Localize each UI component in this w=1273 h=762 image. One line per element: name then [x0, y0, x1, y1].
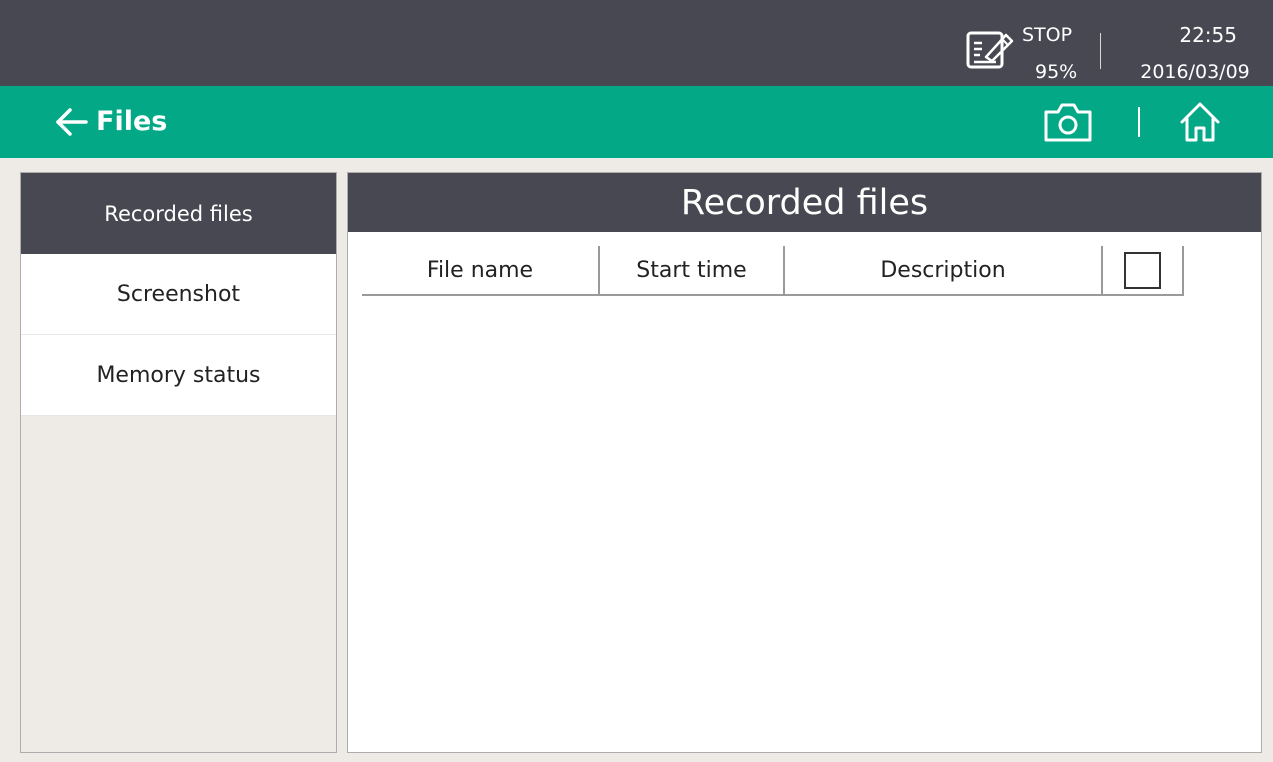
- column-header-select: [1103, 246, 1184, 294]
- back-button[interactable]: Files: [52, 102, 167, 142]
- column-header-start-time[interactable]: Start time: [600, 246, 785, 294]
- camera-icon[interactable]: [1042, 100, 1094, 144]
- column-header-file-name[interactable]: File name: [362, 246, 600, 294]
- title-divider: [1138, 107, 1140, 137]
- recorded-files-panel: Recorded files File name Start time Desc…: [347, 172, 1262, 753]
- title-bar: Files: [0, 86, 1273, 158]
- sidebar-item-label: Memory status: [96, 362, 261, 388]
- panel-title: Recorded files: [348, 173, 1261, 232]
- sidebar-item-label: Recorded files: [104, 201, 253, 226]
- record-note-icon: [966, 31, 1014, 69]
- sidebar-menu: Recorded files Screenshot Memory status: [20, 172, 337, 753]
- sidebar-item-recorded-files[interactable]: Recorded files: [21, 173, 336, 254]
- record-percent: 95%: [1035, 61, 1078, 83]
- page-title: Files: [96, 106, 168, 137]
- status-bar: STOP 95% 22:55 2016/03/09: [0, 0, 1273, 86]
- clock-date: 2016/03/09: [1140, 61, 1250, 83]
- select-all-checkbox[interactable]: [1124, 251, 1161, 289]
- sidebar-item-memory-status[interactable]: Memory status: [21, 335, 336, 416]
- home-icon[interactable]: [1176, 98, 1224, 146]
- sidebar-item-label: Screenshot: [116, 281, 241, 307]
- column-header-description[interactable]: Description: [785, 246, 1103, 294]
- back-arrow-icon: [56, 108, 88, 136]
- status-divider: [1100, 33, 1101, 69]
- clock-time: 22:55: [1179, 23, 1237, 47]
- table-header: File name Start time Description: [362, 246, 1184, 296]
- sidebar-item-screenshot[interactable]: Screenshot: [21, 254, 336, 335]
- record-state: STOP: [1022, 24, 1073, 46]
